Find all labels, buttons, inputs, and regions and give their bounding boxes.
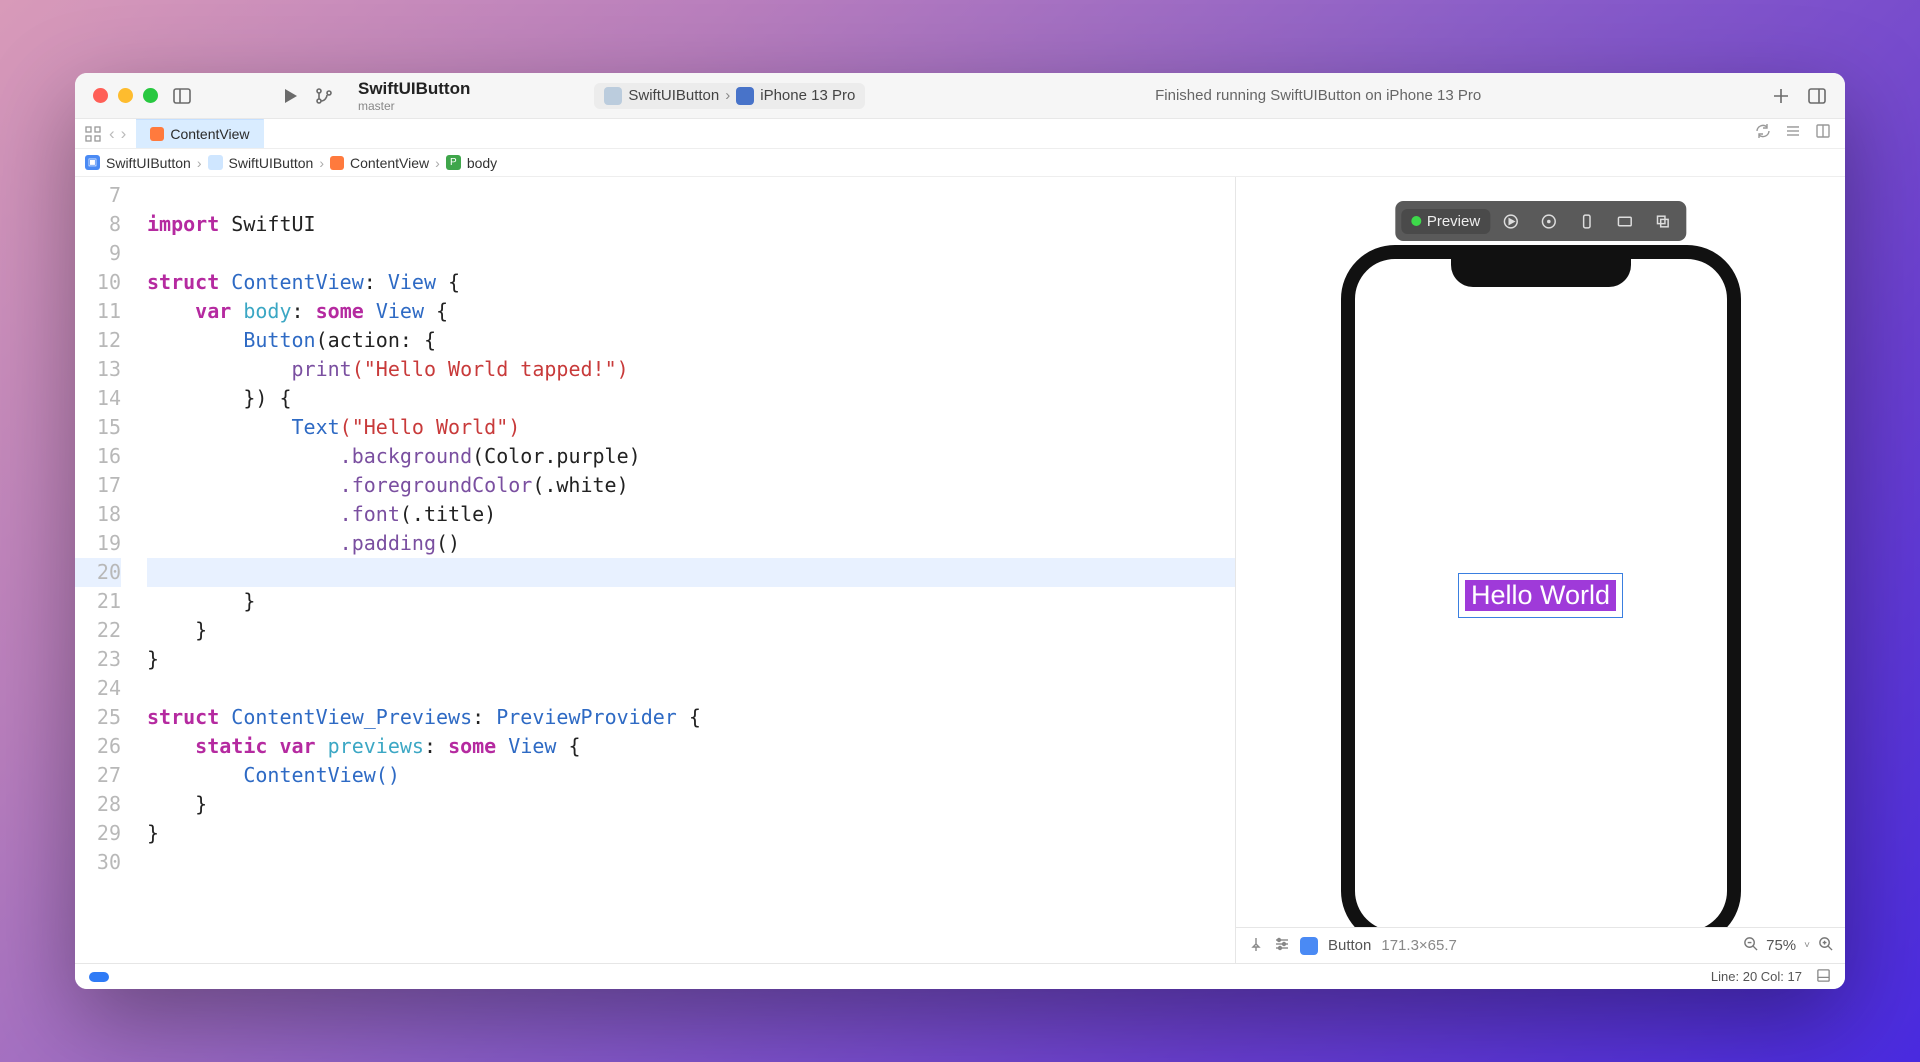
pin-preview-icon[interactable] [1248,936,1264,956]
swift-file-icon [150,127,164,141]
tab-bar: ‹ › ContentView [75,119,1845,149]
inspect-preview-icon[interactable] [1532,205,1566,237]
xcode-window: SwiftUIButton master SwiftUIButton › iPh… [75,73,1845,989]
zoom-level[interactable]: 75% [1766,937,1796,954]
adjust-editor-icon[interactable] [1785,123,1801,144]
preview-pane: Preview Hello World [1235,177,1845,963]
debug-indicator-icon[interactable] [89,972,109,982]
variants-icon[interactable] [1608,205,1642,237]
live-indicator-icon [1411,216,1421,226]
bc-folder[interactable]: SwiftUIButton [229,155,314,171]
selected-element-size: 171.3×65.7 [1381,937,1457,954]
scheme-target: SwiftUIButton [628,87,719,104]
run-button-icon[interactable] [280,86,300,106]
scheme-selector[interactable]: SwiftUIButton › iPhone 13 Pro [594,83,865,109]
preview-settings-icon[interactable] [1274,936,1290,956]
folder-icon [208,155,223,170]
canvas-status-bar: Button 171.3×65.7 75% ˅ [1236,927,1845,963]
zoom-controls: 75% ˅ [1743,936,1833,955]
chevron-right-icon: › [197,155,202,171]
line-gutter: 7 8 9 10 11 12 13 14 15 16 17 18 19 20 2… [75,177,131,963]
zoom-out-icon[interactable] [1743,936,1758,955]
history-nav: ‹ › [109,124,126,144]
device-icon [736,87,754,105]
zoom-dropdown-icon[interactable]: ˅ [1804,940,1810,951]
bc-symbol[interactable]: body [467,155,497,171]
tab-filename: ContentView [170,126,249,142]
live-preview-button[interactable]: Preview [1401,209,1490,234]
zoom-window-button[interactable] [143,88,158,103]
hello-world-button[interactable]: Hello World [1465,580,1616,611]
toggle-navigator-icon[interactable] [172,86,192,106]
project-title: SwiftUIButton [358,79,470,99]
preview-canvas[interactable]: Hello World [1236,177,1845,927]
property-symbol-icon: P [446,155,461,170]
scheme-app-icon [604,87,622,105]
toggle-inspector-icon[interactable] [1807,86,1827,106]
zoom-in-icon[interactable] [1818,936,1833,955]
cursor-position: Line: 20 Col: 17 [1711,969,1802,984]
chevron-right-icon: › [435,155,440,171]
swift-file-icon [330,156,344,170]
duplicate-preview-icon[interactable] [1646,205,1680,237]
refresh-icon[interactable] [1755,123,1771,144]
device-settings-icon[interactable] [1570,205,1604,237]
branch-icon[interactable] [314,86,334,106]
window-controls [93,88,158,103]
canvas-toolbar: Preview [1395,201,1686,241]
back-icon[interactable]: ‹ [109,124,115,144]
minimize-window-button[interactable] [118,88,133,103]
selection-outline[interactable]: Hello World [1458,573,1623,618]
main-split: 7 8 9 10 11 12 13 14 15 16 17 18 19 20 2… [75,177,1845,963]
source-editor[interactable]: 7 8 9 10 11 12 13 14 15 16 17 18 19 20 2… [75,177,1235,963]
toggle-debug-area-icon[interactable] [1816,968,1831,986]
bottom-bar: Line: 20 Col: 17 [75,963,1845,989]
device-frame: Hello World [1341,245,1741,927]
close-window-button[interactable] [93,88,108,103]
bc-file[interactable]: ContentView [350,155,429,171]
library-add-icon[interactable] [1771,86,1791,106]
toolbar: SwiftUIButton master SwiftUIButton › iPh… [75,73,1845,119]
xcode-project-icon: ▣ [85,155,100,170]
preview-label: Preview [1427,213,1480,230]
element-type-icon [1300,937,1318,955]
project-branch: master [358,99,470,113]
chevron-right-icon: › [725,87,730,104]
chevron-right-icon: › [319,155,324,171]
selected-element-type: Button [1328,937,1371,954]
source-code[interactable]: import SwiftUI struct ContentView: View … [131,177,1235,963]
tab-contentview[interactable]: ContentView [136,119,264,148]
add-editor-icon[interactable] [1815,123,1831,144]
scheme-device: iPhone 13 Pro [760,87,855,104]
play-preview-icon[interactable] [1494,205,1528,237]
forward-icon[interactable]: › [121,124,127,144]
bc-project[interactable]: SwiftUIButton [106,155,191,171]
activity-status: Finished running SwiftUIButton on iPhone… [879,87,1757,104]
jump-bar[interactable]: ▣ SwiftUIButton › SwiftUIButton › Conten… [75,149,1845,177]
related-items-icon[interactable] [85,126,101,142]
